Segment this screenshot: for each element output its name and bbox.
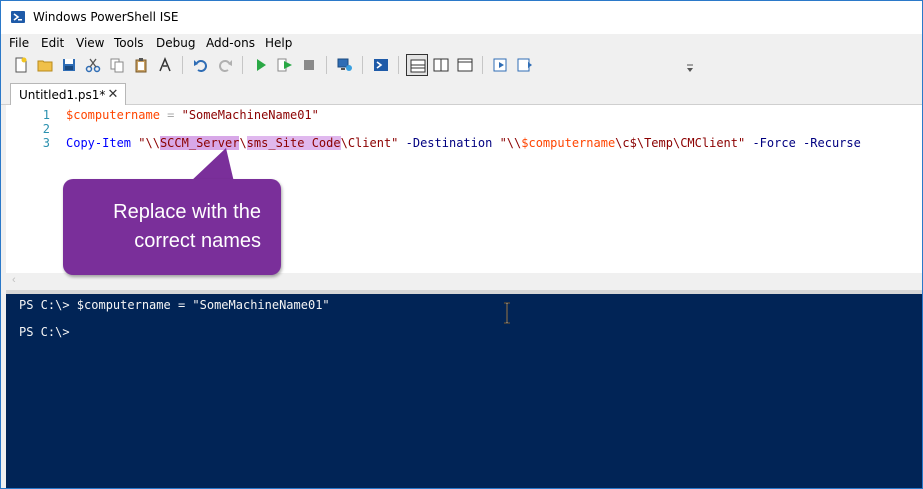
console-line: PS C:\> $computername = "SomeMachineName… xyxy=(19,298,330,312)
clear-console-icon xyxy=(159,57,171,72)
remote-computer-icon xyxy=(337,58,352,71)
code-line-1: $computername = "SomeMachineName01" xyxy=(66,108,319,122)
undo-icon xyxy=(194,60,207,72)
clear-console-button[interactable] xyxy=(154,54,176,76)
pane-top-icon xyxy=(410,59,426,73)
line-number: 3 xyxy=(42,136,50,150)
token-string: \Client" xyxy=(340,136,399,150)
new-remote-tab-button[interactable] xyxy=(334,54,356,76)
callout-line-1: Replace with the xyxy=(113,201,261,223)
token-string: \c$\Temp\CMClient" xyxy=(615,136,746,150)
stop-icon xyxy=(304,60,314,70)
tab-label: Untitled1.ps1* xyxy=(19,88,106,102)
cut-button[interactable] xyxy=(82,54,104,76)
token-operator: = xyxy=(159,108,182,122)
pane-max-icon xyxy=(457,58,473,72)
highlight-site-code: sms_Site Code xyxy=(246,136,341,150)
token-string: "SomeMachineName01" xyxy=(181,108,319,122)
toolbar-separator xyxy=(398,56,399,74)
start-powershell-button[interactable] xyxy=(370,54,392,76)
powershell-ise-window: Windows PowerShell ISE File Edit View To… xyxy=(0,0,923,489)
token-variable: $computername xyxy=(521,136,616,150)
toolbar-separator xyxy=(182,56,183,74)
show-script-pane-max-button[interactable] xyxy=(454,54,476,76)
callout-line-2: correct names xyxy=(134,230,261,252)
menu-bar: File Edit View Tools Debug Add-ons Help xyxy=(1,34,922,52)
stop-button[interactable] xyxy=(298,54,320,76)
menu-debug[interactable]: Debug xyxy=(156,36,195,50)
toolbar-separator xyxy=(242,56,243,74)
paste-button[interactable] xyxy=(130,54,152,76)
line-number: 2 xyxy=(42,122,50,136)
redo-icon xyxy=(219,60,232,72)
command-addon-icon xyxy=(517,58,532,72)
token-cmdlet: Copy-Item xyxy=(66,136,132,150)
copy-icon xyxy=(110,58,124,73)
menu-tools[interactable]: Tools xyxy=(114,36,144,50)
new-script-button[interactable] xyxy=(10,54,32,76)
token-parameter: -Recurse xyxy=(803,136,861,150)
editor-horizontal-scrollbar[interactable]: ‹ xyxy=(6,273,922,290)
menu-file[interactable]: File xyxy=(9,36,29,50)
close-icon[interactable]: ✕ xyxy=(106,87,120,101)
toolbar xyxy=(1,52,922,78)
clipboard-icon xyxy=(135,58,147,73)
menu-add-ons[interactable]: Add-ons xyxy=(206,36,255,50)
show-script-pane-top-button[interactable] xyxy=(406,54,428,76)
run-selection-button[interactable] xyxy=(274,54,296,76)
new-file-icon xyxy=(15,57,27,73)
command-window-icon xyxy=(493,58,507,72)
menu-edit[interactable]: Edit xyxy=(41,36,64,50)
run-icon xyxy=(257,59,266,71)
run-script-button[interactable] xyxy=(250,54,272,76)
callout-pointer xyxy=(190,148,234,182)
show-command-addon-button[interactable] xyxy=(514,54,536,76)
menu-view[interactable]: View xyxy=(76,36,104,50)
open-script-button[interactable] xyxy=(34,54,56,76)
callout-text: Replace with the correct names xyxy=(63,198,261,256)
token-string: "\\ xyxy=(499,136,522,150)
toolbar-overflow-icon[interactable] xyxy=(685,62,695,74)
token-string: "\\ xyxy=(138,136,160,150)
annotation-callout: Replace with the correct names xyxy=(63,179,281,275)
window-title: Windows PowerShell ISE xyxy=(33,10,179,24)
menu-help[interactable]: Help xyxy=(265,36,292,50)
powershell-icon xyxy=(374,59,388,71)
title-bar[interactable]: Windows PowerShell ISE xyxy=(1,1,922,34)
scroll-left-icon[interactable]: ‹ xyxy=(12,274,16,286)
token-parameter: -Force xyxy=(752,136,796,150)
copy-button[interactable] xyxy=(106,54,128,76)
pane-right-icon xyxy=(433,58,449,72)
code-line-3: Copy-Item "\\SCCM_Server\sms_Site Code\C… xyxy=(66,136,861,150)
show-script-pane-right-button[interactable] xyxy=(430,54,452,76)
redo-button[interactable] xyxy=(214,54,236,76)
save-icon xyxy=(63,59,75,71)
scissors-icon xyxy=(85,58,101,73)
folder-icon xyxy=(37,60,53,72)
token-variable: $computername xyxy=(66,108,160,122)
undo-button[interactable] xyxy=(190,54,212,76)
tab-untitled1[interactable]: Untitled1.ps1* ✕ xyxy=(10,83,126,106)
toolbar-separator xyxy=(326,56,327,74)
show-command-window-button[interactable] xyxy=(490,54,512,76)
run-selection-icon xyxy=(277,58,292,72)
token-parameter: -Destination xyxy=(405,136,493,150)
console-prompt: PS C:\> xyxy=(19,325,70,339)
text-cursor-icon xyxy=(504,302,510,324)
console-pane[interactable]: PS C:\> $computername = "SomeMachineName… xyxy=(6,294,922,488)
save-script-button[interactable] xyxy=(58,54,80,76)
toolbar-separator xyxy=(482,56,483,74)
line-number: 1 xyxy=(42,108,50,122)
script-tab-strip: Untitled1.ps1* ✕ xyxy=(1,78,922,106)
powershell-app-icon[interactable] xyxy=(10,9,26,25)
toolbar-separator xyxy=(362,56,363,74)
